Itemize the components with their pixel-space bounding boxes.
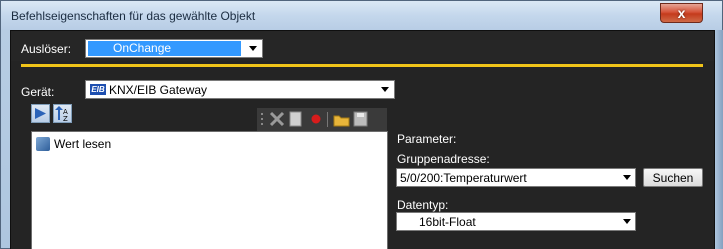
dialog-window: Befehlseigenschaften für das gewählte Ob… bbox=[0, 0, 723, 249]
group-address-label: Gruppenadresse: bbox=[397, 152, 490, 166]
close-button[interactable]: x bbox=[660, 3, 703, 23]
device-label: Gerät: bbox=[21, 85, 55, 99]
datatype-label: Datentyp: bbox=[397, 198, 449, 212]
eib-logo-icon: EIB bbox=[90, 84, 106, 95]
list-item-label: Wert lesen bbox=[54, 137, 112, 151]
accent-divider bbox=[21, 64, 703, 67]
chevron-down-icon bbox=[623, 219, 631, 224]
read-value-icon bbox=[36, 137, 50, 151]
chevron-down-icon bbox=[249, 46, 257, 51]
group-address-value: 5/0/200:Temperaturwert bbox=[400, 171, 527, 185]
device-selected-value: KNX/EIB Gateway bbox=[109, 83, 208, 97]
record-icon[interactable] bbox=[311, 114, 321, 124]
trigger-row: Auslöser: OnChange bbox=[11, 31, 714, 61]
open-folder-icon[interactable] bbox=[333, 115, 350, 127]
list-toolbar: A Z bbox=[31, 102, 75, 127]
trigger-selected-value: OnChange bbox=[88, 41, 241, 56]
grip-icon bbox=[261, 113, 263, 125]
clipboard-icon[interactable] bbox=[289, 111, 302, 127]
datatype-value: 16bit-Float bbox=[419, 215, 476, 229]
window-title: Befehlseigenschaften für das gewählte Ob… bbox=[11, 9, 256, 23]
command-toolbar-icons bbox=[261, 111, 368, 127]
separator bbox=[327, 112, 328, 127]
trigger-dropdown[interactable]: OnChange bbox=[85, 39, 263, 58]
parameters-title: Parameter: bbox=[397, 132, 457, 146]
dialog-body: Auslöser: OnChange Gerät: EIB KNX/EIB Ga… bbox=[10, 30, 715, 249]
save-icon[interactable] bbox=[353, 111, 368, 127]
group-address-dropdown[interactable]: 5/0/200:Temperaturwert bbox=[396, 168, 636, 187]
expand-button[interactable] bbox=[31, 104, 50, 123]
search-button[interactable]: Suchen bbox=[643, 168, 703, 187]
sort-button[interactable]: A Z bbox=[53, 104, 72, 123]
chevron-down-icon bbox=[381, 87, 389, 92]
window-frame-edge bbox=[715, 30, 723, 249]
svg-text:Z: Z bbox=[63, 115, 68, 122]
sort-az-icon: A Z bbox=[55, 106, 68, 123]
list-item[interactable]: Wert lesen bbox=[36, 136, 111, 152]
delete-icon[interactable] bbox=[269, 111, 285, 127]
datatype-dropdown[interactable]: 16bit-Float bbox=[396, 212, 636, 231]
command-list: Wert lesen bbox=[31, 131, 388, 249]
chevron-down-icon bbox=[623, 175, 631, 180]
close-icon: x bbox=[677, 5, 686, 21]
title-bar[interactable]: Befehlseigenschaften für das gewählte Ob… bbox=[1, 1, 722, 30]
device-dropdown[interactable]: EIB KNX/EIB Gateway bbox=[85, 80, 395, 99]
trigger-label: Auslöser: bbox=[21, 42, 72, 56]
play-arrow-icon bbox=[35, 108, 46, 119]
command-toolbar bbox=[257, 108, 387, 131]
